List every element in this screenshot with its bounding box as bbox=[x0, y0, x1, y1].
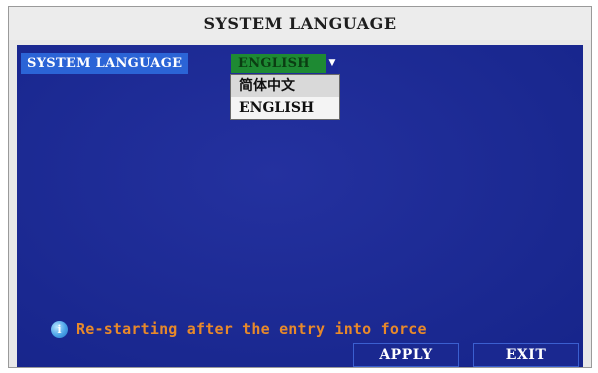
language-option-english[interactable]: ENGLISH bbox=[231, 97, 339, 119]
language-option-chinese[interactable]: 简体中文 bbox=[231, 75, 339, 97]
language-selected-value[interactable]: ENGLISH bbox=[231, 54, 326, 73]
hint-text: Re-starting after the entry into force bbox=[76, 320, 427, 338]
system-language-label: SYSTEM LANGUAGE bbox=[21, 53, 189, 74]
window-title: SYSTEM LANGUAGE bbox=[9, 7, 591, 40]
restart-hint: i Re-starting after the entry into force bbox=[51, 319, 427, 339]
language-dropdown-list: 简体中文 ENGLISH bbox=[230, 74, 340, 120]
info-bubble-icon: i bbox=[51, 320, 68, 338]
language-select[interactable]: ENGLISH ▼ bbox=[231, 54, 338, 73]
exit-button[interactable]: EXIT bbox=[473, 343, 579, 367]
settings-panel: SYSTEM LANGUAGE ENGLISH ▼ 简体中文 ENGLISH i… bbox=[17, 45, 583, 367]
apply-button[interactable]: APPLY bbox=[353, 343, 459, 367]
system-language-window: SYSTEM LANGUAGE SYSTEM LANGUAGE ENGLISH … bbox=[8, 6, 592, 368]
dropdown-arrow-icon[interactable]: ▼ bbox=[326, 54, 338, 73]
